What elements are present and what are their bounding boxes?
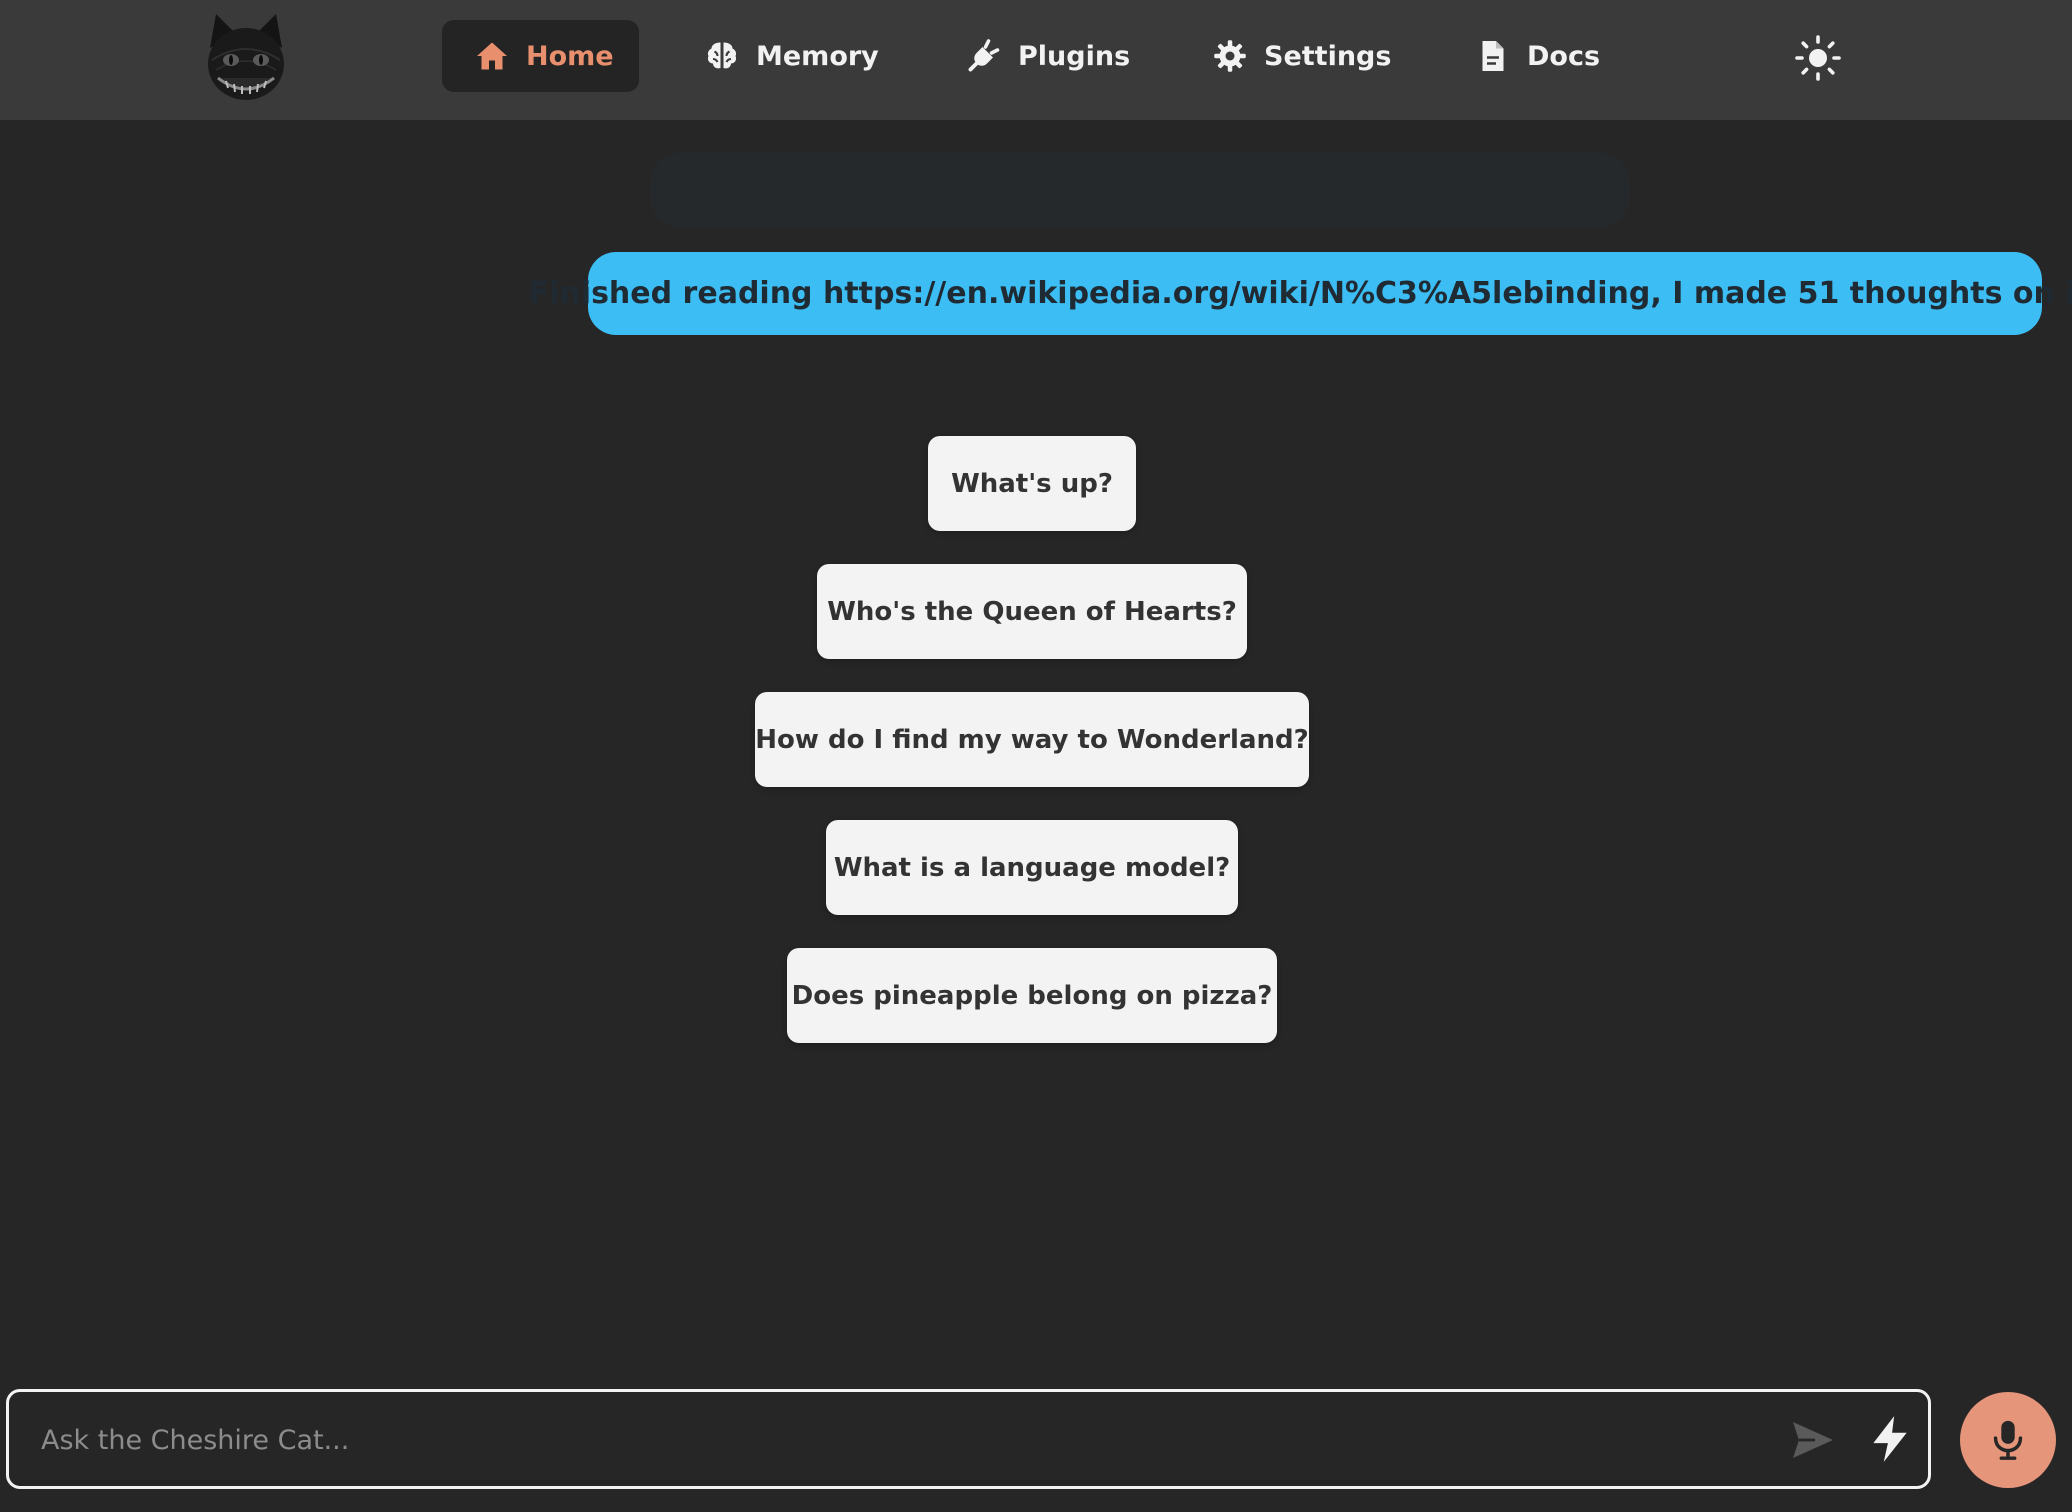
microphone-icon [1993,1420,2023,1460]
nav-home-label: Home [526,40,614,72]
chat-input[interactable] [39,1414,1743,1466]
document-icon [1475,38,1511,74]
suggestion-label: Does pineapple belong on pizza? [791,980,1273,1011]
theme-toggle-button[interactable] [1794,34,1842,82]
nav-home[interactable]: Home [442,20,639,92]
suggestion-button[interactable]: How do I find my way to Wonderland? [755,692,1309,787]
top-navbar: Home Memory Plugins Settings Docs [0,0,2072,120]
suggestion-button[interactable]: What is a language model? [826,820,1238,915]
home-icon [474,38,510,74]
nav-plugins[interactable]: Plugins [934,20,1142,92]
suggestion-label: What's up? [951,468,1113,499]
nav-settings[interactable]: Settings [1180,20,1413,92]
suggestion-button[interactable]: Does pineapple belong on pizza? [787,948,1277,1043]
suggestion-button[interactable]: Who's the Queen of Hearts? [817,564,1247,659]
faded-previous-message [650,153,1630,227]
tools-button[interactable] [1865,1414,1915,1464]
send-icon [1793,1422,1833,1458]
plug-icon [966,38,1002,74]
nav-memory-label: Memory [756,40,879,72]
bot-message-text: Finished reading https://en.wikipedia.or… [528,276,2072,311]
chat-input-container [6,1389,1931,1489]
brain-icon [704,38,740,74]
bolt-icon [1873,1416,1907,1462]
gear-icon [1212,38,1248,74]
nav-settings-label: Settings [1264,40,1392,72]
cheshire-cat-logo[interactable] [196,8,296,108]
sun-icon [1795,35,1841,81]
nav-docs-label: Docs [1527,40,1601,72]
suggestion-button[interactable]: What's up? [928,436,1136,531]
suggestion-label: Who's the Queen of Hearts? [827,596,1237,627]
microphone-button[interactable] [1960,1392,2056,1488]
nav-memory[interactable]: Memory [672,20,902,92]
suggestion-label: What is a language model? [833,852,1231,883]
nav-plugins-label: Plugins [1018,40,1131,72]
send-button[interactable] [1789,1416,1837,1464]
suggestion-label: How do I find my way to Wonderland? [755,724,1309,755]
nav-docs[interactable]: Docs [1443,20,1623,92]
bot-message-bubble: Finished reading https://en.wikipedia.or… [529,252,2072,335]
